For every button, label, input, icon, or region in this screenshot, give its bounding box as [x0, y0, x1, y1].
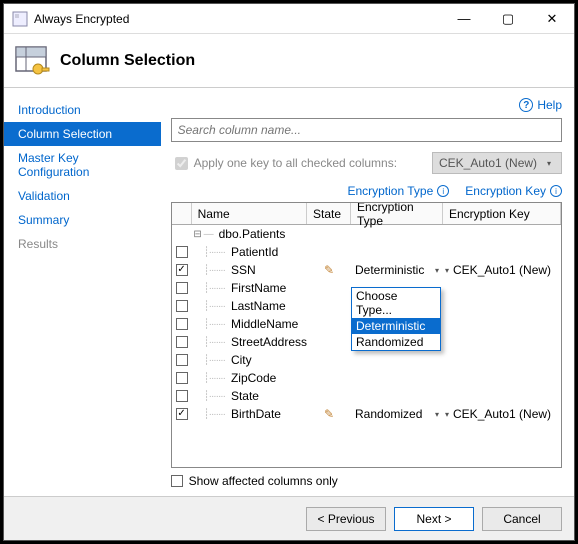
encryption-key-cell[interactable]: ▾ CEK_Auto1 (New)	[443, 263, 561, 277]
column-name: City	[231, 353, 252, 367]
row-checkbox[interactable]	[176, 390, 188, 402]
encryption-type-value: Deterministic	[355, 263, 424, 277]
app-icon	[12, 11, 28, 27]
previous-button[interactable]: < Previous	[306, 507, 386, 531]
tree-collapse-icon[interactable]: ⊟	[192, 229, 204, 240]
close-button[interactable]: ✕	[530, 4, 574, 34]
cek-select[interactable]: CEK_Auto1 (New) ▾	[432, 152, 562, 174]
grid-header: Name State Encryption Type Encryption Ke…	[172, 203, 561, 225]
row-checkbox[interactable]	[176, 246, 188, 258]
wizard-header: Column Selection	[4, 34, 574, 88]
search-input[interactable]	[171, 118, 562, 142]
dropdown-option[interactable]: Choose Type...	[352, 288, 440, 318]
grid-body[interactable]: ⊟ — dbo.Patients ┊·······PatientId ┊·····…	[172, 225, 561, 467]
header-key[interactable]: Encryption Key	[443, 203, 561, 224]
apply-key-checkbox[interactable]	[175, 157, 188, 170]
column-name: StreetAddress	[231, 335, 307, 349]
column-name: LastName	[231, 299, 286, 313]
tree-root-row[interactable]: ⊟ — dbo.Patients	[172, 225, 561, 243]
nav-validation[interactable]: Validation	[4, 184, 161, 208]
nav-results: Results	[4, 232, 161, 256]
header-icon	[14, 43, 50, 79]
apply-key-row: Apply one key to all checked columns: CE…	[171, 152, 562, 174]
nav-introduction[interactable]: Introduction	[4, 98, 161, 122]
header-state[interactable]: State	[307, 203, 351, 224]
row-checkbox[interactable]	[176, 408, 188, 420]
wizard-window: Always Encrypted — ▢ ✕ Column Selection …	[3, 3, 575, 541]
chevron-down-icon: ▾	[547, 159, 551, 168]
chevron-down-icon: ▾	[435, 266, 439, 275]
table-row[interactable]: ┊·······BirthDate✎Randomized▾▾CEK_Auto1 …	[172, 405, 561, 423]
column-name: MiddleName	[231, 317, 298, 331]
apply-key-label: Apply one key to all checked columns:	[194, 156, 397, 170]
nav-summary[interactable]: Summary	[4, 208, 161, 232]
minimize-button[interactable]: —	[442, 4, 486, 34]
nav-column-selection[interactable]: Column Selection	[4, 122, 161, 146]
encryption-key-cell[interactable]: ▾ CEK_Auto1 (New)	[443, 407, 561, 421]
row-checkbox[interactable]	[176, 318, 188, 330]
encryption-type-value: Randomized	[355, 407, 422, 421]
button-bar: < Previous Next > Cancel	[4, 496, 574, 540]
encryption-type-dropdown[interactable]: Choose Type...DeterministicRandomized	[351, 287, 441, 351]
chevron-down-icon: ▾	[445, 410, 449, 419]
header-name[interactable]: Name	[192, 203, 307, 224]
show-affected-row: Show affected columns only	[171, 474, 562, 488]
header-type[interactable]: Encryption Type	[351, 203, 443, 224]
show-affected-label: Show affected columns only	[189, 474, 338, 488]
help-icon[interactable]: ?	[519, 98, 533, 112]
cancel-button[interactable]: Cancel	[482, 507, 562, 531]
tree-root-label: dbo.Patients	[219, 227, 286, 241]
window-title: Always Encrypted	[34, 12, 442, 26]
table-row[interactable]: ┊·······City	[172, 351, 561, 369]
chevron-down-icon: ▾	[435, 410, 439, 419]
info-icon: i	[550, 185, 562, 197]
row-checkbox[interactable]	[176, 264, 188, 276]
maximize-button[interactable]: ▢	[486, 4, 530, 34]
column-name: State	[231, 389, 259, 403]
columns-grid: Name State Encryption Type Encryption Ke…	[171, 202, 562, 468]
pencil-icon: ✎	[324, 263, 334, 277]
encryption-type-cell[interactable]: Deterministic ▾	[351, 263, 443, 277]
column-name: BirthDate	[231, 407, 281, 421]
row-checkbox[interactable]	[176, 372, 188, 384]
table-row[interactable]: ┊·······State	[172, 387, 561, 405]
nav-master-key-config[interactable]: Master Key Configuration	[4, 146, 161, 184]
table-row[interactable]: ┊·······FirstNameChoose Type...Determini…	[172, 279, 561, 297]
wizard-sidebar: Introduction Column Selection Master Key…	[4, 88, 161, 496]
chevron-down-icon: ▾	[445, 266, 449, 275]
table-row[interactable]: ┊·······SSN✎Deterministic▾▾CEK_Auto1 (Ne…	[172, 261, 561, 279]
dropdown-option[interactable]: Deterministic	[352, 318, 440, 334]
titlebar: Always Encrypted — ▢ ✕	[4, 4, 574, 34]
encryption-key-value: CEK_Auto1 (New)	[453, 407, 551, 421]
help-link[interactable]: Help	[537, 98, 562, 112]
row-checkbox[interactable]	[176, 300, 188, 312]
show-affected-checkbox[interactable]	[171, 475, 183, 487]
info-icon: i	[437, 185, 449, 197]
next-button[interactable]: Next >	[394, 507, 474, 531]
dropdown-option[interactable]: Randomized	[352, 334, 440, 350]
legend-encryption-key[interactable]: Encryption Key i	[465, 184, 562, 198]
encryption-key-value: CEK_Auto1 (New)	[453, 263, 551, 277]
header-check	[172, 203, 192, 224]
column-name: SSN	[231, 263, 256, 277]
table-row[interactable]: ┊·······ZipCode	[172, 369, 561, 387]
encryption-type-cell[interactable]: Randomized ▾	[351, 407, 443, 421]
main-panel: ? Help Apply one key to all checked colu…	[161, 88, 574, 496]
pencil-icon: ✎	[324, 407, 334, 421]
column-name: ZipCode	[231, 371, 276, 385]
row-checkbox[interactable]	[176, 354, 188, 366]
column-name: PatientId	[231, 245, 278, 259]
cek-select-value: CEK_Auto1 (New)	[439, 156, 537, 170]
row-checkbox[interactable]	[176, 282, 188, 294]
legend-encryption-type[interactable]: Encryption Type i	[347, 184, 449, 198]
column-name: FirstName	[231, 281, 286, 295]
page-title: Column Selection	[60, 52, 195, 70]
table-row[interactable]: ┊·······PatientId	[172, 243, 561, 261]
row-checkbox[interactable]	[176, 336, 188, 348]
